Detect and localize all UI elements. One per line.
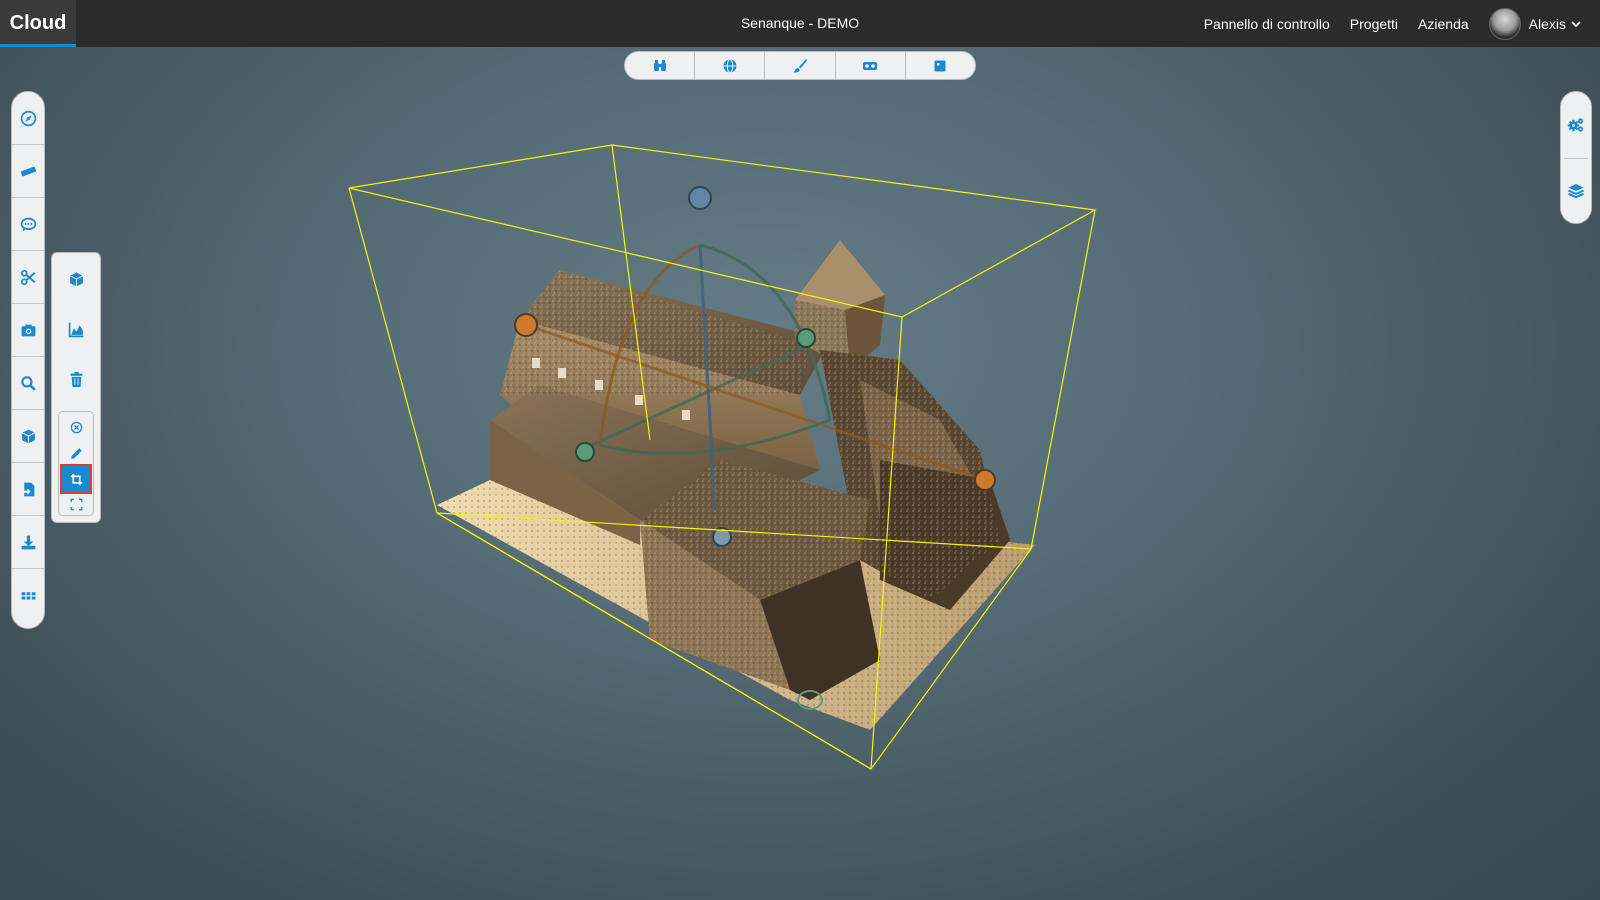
chevron-down-icon [1571, 20, 1581, 27]
square-panel-icon [934, 60, 946, 71]
main-nav: Pannello di controllo Progetti Azienda A… [1204, 0, 1600, 47]
globe-icon [723, 58, 737, 73]
paintbrush-icon [793, 58, 807, 73]
gizmo-handle-right[interactable] [974, 469, 996, 491]
gears-icon [1567, 118, 1584, 132]
camera-icon [21, 324, 35, 336]
binoculars-icon [653, 59, 666, 71]
vr-headset-icon [863, 61, 878, 70]
left-toolbar [11, 91, 45, 629]
pencil-icon [70, 447, 82, 459]
nav-link-dashboard[interactable]: Pannello di controllo [1204, 16, 1330, 32]
clip-mode-none-button[interactable] [62, 414, 90, 440]
mode-button-vr[interactable] [836, 52, 906, 79]
mode-button-paintbrush[interactable] [765, 52, 836, 79]
avatar [1488, 7, 1521, 40]
mode-button-globe[interactable] [695, 52, 766, 79]
nav-link-company[interactable]: Azienda [1418, 16, 1469, 32]
3d-viewport[interactable] [0, 47, 1600, 900]
chart-area-icon [68, 322, 83, 337]
apps-grid-icon [21, 592, 35, 600]
clip-mode-outside-button[interactable] [62, 491, 90, 517]
import-tool-button[interactable] [12, 463, 44, 516]
download-icon [21, 535, 35, 549]
screenshot-tool-button[interactable] [12, 304, 44, 357]
cut-tool-button[interactable] [12, 251, 44, 304]
church-front-wing [640, 460, 880, 700]
ruler-icon [20, 166, 36, 176]
search-tool-button[interactable] [12, 357, 44, 410]
app-logo[interactable]: Cloud [0, 0, 76, 47]
comment-icon [20, 217, 36, 231]
download-tool-button[interactable] [12, 516, 44, 569]
trash-icon [70, 371, 82, 387]
nav-link-projects[interactable]: Progetti [1350, 16, 1398, 32]
clip-box-panel [51, 252, 101, 523]
clip-mode-highlight-button[interactable] [62, 440, 90, 466]
objects-tool-button[interactable] [12, 410, 44, 463]
crop-icon [70, 473, 82, 485]
layers-icon [1568, 184, 1584, 199]
scissors-icon [20, 269, 35, 285]
navigation-tool-button[interactable] [12, 92, 44, 145]
user-name: Alexis [1528, 15, 1566, 32]
clip-box-volume-button[interactable] [60, 255, 92, 303]
file-import-icon [21, 482, 34, 496]
profile-chart-button[interactable] [60, 305, 92, 353]
top-bar: Cloud Senanque - DEMO Pannello di contro… [0, 0, 1600, 47]
measure-tool-button[interactable] [12, 145, 44, 198]
layers-button[interactable] [1561, 158, 1591, 224]
mode-button-panel[interactable] [906, 52, 975, 79]
annotation-tool-button[interactable] [12, 198, 44, 251]
clip-mode-group [58, 411, 94, 516]
point-cloud-scene[interactable] [0, 47, 1600, 900]
view-mode-toolbar [624, 51, 976, 80]
gizmo-handle-top[interactable] [688, 186, 712, 210]
close-circle-icon [70, 421, 82, 433]
delete-clip-button[interactable] [60, 355, 92, 403]
gizmo-handle-green-top[interactable] [796, 328, 816, 348]
cube-icon [21, 429, 35, 443]
user-menu[interactable]: Alexis [1488, 7, 1582, 40]
gizmo-handle-left[interactable] [514, 313, 538, 337]
mode-button-binoculars[interactable] [625, 52, 696, 79]
compass-icon [20, 110, 36, 126]
settings-button[interactable] [1561, 92, 1591, 158]
expand-icon [70, 498, 82, 510]
search-icon [20, 375, 36, 391]
apps-tool-button[interactable] [12, 569, 44, 622]
clip-mode-inside-button[interactable] [60, 464, 92, 494]
cube-icon [69, 272, 83, 286]
right-toolbar [1560, 91, 1592, 224]
gizmo-handle-green-left[interactable] [575, 442, 595, 462]
